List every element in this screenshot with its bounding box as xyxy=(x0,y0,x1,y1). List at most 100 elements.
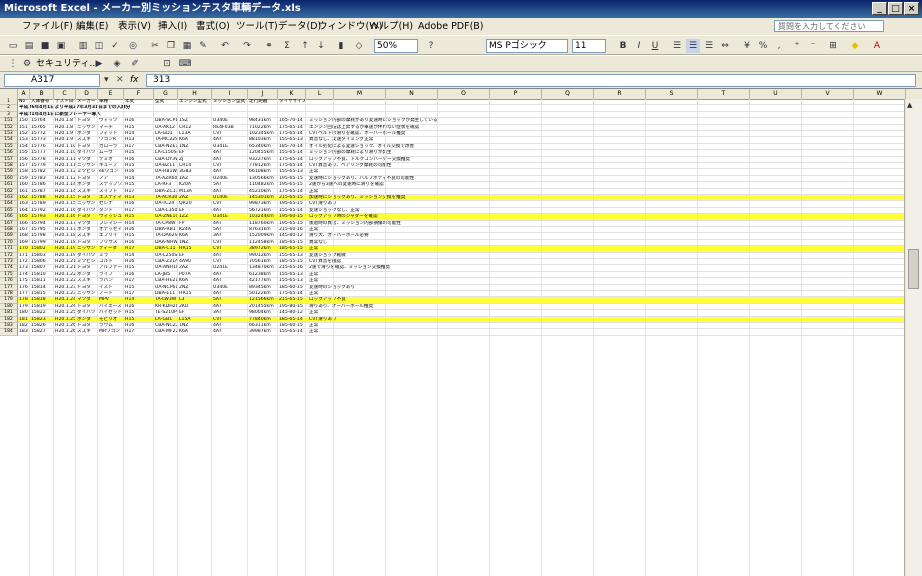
control-toolbox-icon[interactable]: ⊡ xyxy=(160,57,174,71)
merge-center-icon[interactable]: ⇔ xyxy=(718,39,732,53)
column-header-e[interactable]: E xyxy=(98,89,124,99)
menu-view[interactable]: 表示(V) xyxy=(118,18,151,35)
row-header[interactable]: 184 xyxy=(0,329,18,336)
column-header-v[interactable]: V xyxy=(802,89,854,99)
column-header-p[interactable]: P xyxy=(490,89,542,99)
table-cell[interactable]: 4AT xyxy=(212,329,248,335)
name-box[interactable]: A317 xyxy=(4,74,100,87)
hyperlink-icon[interactable]: ⚭ xyxy=(262,39,276,53)
scroll-up-icon[interactable]: ▲ xyxy=(907,101,912,109)
macro-icon[interactable]: ▶ xyxy=(92,57,106,71)
column-header-c[interactable]: C xyxy=(54,89,76,99)
research-icon[interactable]: ◎ xyxy=(126,39,140,53)
minimize-button[interactable]: _ xyxy=(872,2,887,15)
fill-color-icon[interactable]: ◆ xyxy=(848,39,862,53)
column-header-n[interactable]: N xyxy=(386,89,438,99)
cut-icon[interactable]: ✂ xyxy=(148,39,162,53)
italic-button[interactable]: I xyxy=(632,39,646,53)
underline-button[interactable]: U xyxy=(648,39,662,53)
column-header-l[interactable]: L xyxy=(306,89,334,99)
table-cell[interactable]: MRワゴン xyxy=(98,329,124,335)
table-cell[interactable]: 155-65-14 xyxy=(278,329,306,335)
paste-icon[interactable]: ▦ xyxy=(180,39,194,53)
menu-edit[interactable]: 編集(E) xyxy=(76,18,108,35)
cancel-edit-icon[interactable]: ✕ xyxy=(116,73,124,87)
currency-icon[interactable]: ¥ xyxy=(740,39,754,53)
name-box-dropdown-icon[interactable]: ▾ xyxy=(104,73,109,87)
menu-adobe-pdf[interactable]: Adobe PDF(B) xyxy=(418,18,484,35)
increase-decimal-icon[interactable]: ⁺ xyxy=(790,39,804,53)
column-header-t[interactable]: T xyxy=(698,89,750,99)
design-mode-icon[interactable]: ✐ xyxy=(128,57,142,71)
menu-data[interactable]: データ(D) xyxy=(278,18,321,35)
table-cell[interactable]: K6A xyxy=(178,329,212,335)
new-icon[interactable]: ▭ xyxy=(6,39,20,53)
borders-icon[interactable]: ⊞ xyxy=(826,39,840,53)
insert-function-button[interactable]: fx xyxy=(130,73,139,87)
font-name-dropdown[interactable]: MS Pゴシック xyxy=(486,39,568,53)
sort-ascending-icon[interactable]: ↑ xyxy=(298,39,312,53)
column-header-h[interactable]: H xyxy=(178,89,212,99)
column-header-o[interactable]: O xyxy=(438,89,490,99)
column-header-q[interactable]: Q xyxy=(542,89,594,99)
help-icon[interactable]: ? xyxy=(424,39,438,53)
maximize-button[interactable]: □ xyxy=(888,2,903,15)
security-icon[interactable]: ⚙ xyxy=(20,57,34,71)
column-header-j[interactable]: J xyxy=(248,89,278,99)
column-header-f[interactable]: F xyxy=(124,89,154,99)
table-cell[interactable]: H20.1.26 xyxy=(54,329,76,335)
table-cell[interactable]: 15827 xyxy=(30,329,54,335)
column-header-k[interactable]: K xyxy=(278,89,306,99)
menu-insert[interactable]: 挿入(I) xyxy=(158,18,187,35)
menu-file[interactable]: ファイル(F) xyxy=(22,18,73,35)
align-right-icon[interactable]: ☰ xyxy=(702,39,716,53)
table-cell[interactable]: H17 xyxy=(124,329,154,335)
column-header-u[interactable]: U xyxy=(750,89,802,99)
formula-input[interactable]: 313 xyxy=(146,74,916,87)
drawing-icon[interactable]: ◇ xyxy=(352,39,366,53)
table-cell[interactable]: スズキ xyxy=(76,329,98,335)
table-cell[interactable]: CBA-MF22S xyxy=(154,329,178,335)
print-icon[interactable]: ▥ xyxy=(76,39,90,53)
decrease-decimal-icon[interactable]: ⁻ xyxy=(806,39,820,53)
sort-descending-icon[interactable]: ↓ xyxy=(314,39,328,53)
bold-button[interactable]: B xyxy=(616,39,630,53)
visual-basic-icon[interactable]: ◈ xyxy=(110,57,124,71)
vertical-scrollbar[interactable]: ▲ xyxy=(904,99,922,576)
comma-icon[interactable]: , xyxy=(772,39,786,53)
autosum-icon[interactable]: Σ xyxy=(280,39,294,53)
font-size-dropdown[interactable]: 11 xyxy=(572,39,606,53)
column-header-s[interactable]: S xyxy=(646,89,698,99)
script-editor-icon[interactable]: ⌨ xyxy=(178,57,192,71)
permission-icon[interactable]: ▣ xyxy=(54,39,68,53)
font-color-icon[interactable]: A xyxy=(870,39,884,53)
percent-icon[interactable]: % xyxy=(756,39,770,53)
column-header-d[interactable]: D xyxy=(76,89,98,99)
zoom-dropdown[interactable]: 50% xyxy=(374,39,418,53)
redo-icon[interactable]: ↷ xyxy=(240,39,254,53)
chart-wizard-icon[interactable]: ▮ xyxy=(334,39,348,53)
align-center-icon[interactable]: ☰ xyxy=(686,39,700,53)
security-button[interactable]: セキュリティ... xyxy=(36,58,98,71)
format-painter-icon[interactable]: ✎ xyxy=(196,39,210,53)
menu-help[interactable]: ヘルプ(H) xyxy=(370,18,413,35)
table-cell[interactable]: 39987km xyxy=(248,329,278,335)
close-button[interactable]: × xyxy=(904,2,919,15)
menu-format[interactable]: 書式(O) xyxy=(196,18,230,35)
print-preview-icon[interactable]: ◫ xyxy=(92,39,106,53)
scroll-thumb[interactable] xyxy=(908,249,919,289)
column-header-w[interactable]: W xyxy=(854,89,906,99)
undo-icon[interactable]: ↶ xyxy=(218,39,232,53)
column-header-a[interactable]: A xyxy=(18,89,30,99)
spelling-icon[interactable]: ✓ xyxy=(108,39,122,53)
select-all-button[interactable] xyxy=(0,89,18,99)
column-header-i[interactable]: I xyxy=(212,89,248,99)
copy-icon[interactable]: ❐ xyxy=(164,39,178,53)
worksheet-grid[interactable]: ABCDEFGHIJKLMNOPQRSTUVW 1 No 入庫番号 テスト日 メーカー車… xyxy=(0,89,922,576)
column-header-g[interactable]: G xyxy=(154,89,178,99)
save-icon[interactable]: ■ xyxy=(38,39,52,53)
column-header-b[interactable]: B xyxy=(30,89,54,99)
open-icon[interactable]: ▤ xyxy=(22,39,36,53)
column-header-r[interactable]: R xyxy=(594,89,646,99)
column-header-m[interactable]: M xyxy=(334,89,386,99)
